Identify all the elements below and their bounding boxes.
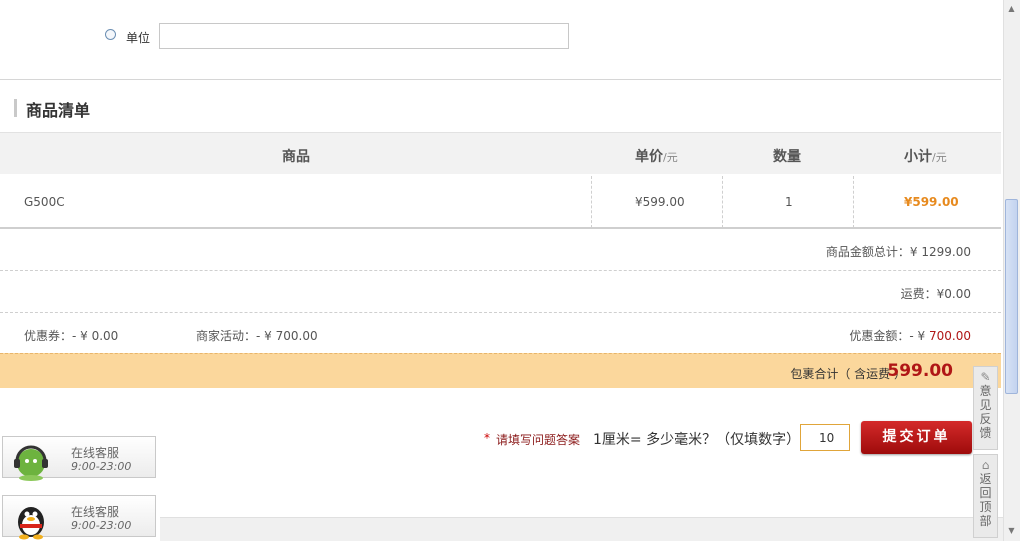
section-title: 商品清单 (26, 101, 91, 120)
header-subtotal: 小计/元 (904, 149, 947, 165)
answer-input[interactable]: 10 (800, 424, 850, 451)
merchant-activity: 商家活动：- ¥ 700.00 (196, 329, 318, 343)
cell-divider (853, 176, 854, 228)
table-bottom-border (0, 227, 1001, 229)
submit-order-button[interactable]: 提交订单 (861, 421, 972, 454)
header-product: 商品 (282, 149, 310, 165)
section-marker (14, 99, 17, 117)
divider (0, 270, 1001, 271)
product-subtotal: ¥599.00 (904, 195, 959, 209)
unit-radio-label: 单位 (126, 31, 151, 45)
total-amount: 599.00 (887, 361, 953, 381)
product-price: ¥599.00 (635, 195, 685, 209)
scroll-down-icon[interactable]: ▼ (1006, 526, 1017, 536)
back-to-top-button[interactable]: ⌂ 返回顶部 (973, 454, 998, 538)
online-service-widget[interactable]: 在线客服 9:00-23:00 (2, 495, 156, 540)
discount-amount: 优惠金额：- ¥ 700.00 (849, 329, 971, 343)
edit-icon: ✎ (980, 370, 991, 384)
scrollbar-thumb[interactable] (1005, 199, 1018, 394)
coupon-amount: 优惠券：- ¥ 0.00 (24, 329, 119, 343)
product-name: G500C (24, 195, 65, 209)
unit-input[interactable] (159, 23, 569, 49)
header-qty: 数量 (773, 149, 801, 165)
product-qty: 1 (785, 195, 793, 209)
feedback-label: 意见反馈 (979, 384, 992, 440)
required-star: * (484, 431, 490, 445)
question-text: 1厘米= 多少毫米？（仅填数字） (593, 432, 801, 448)
shipping-fee: 运费：¥0.00 (900, 287, 971, 301)
goods-total: 商品金额总计：¥ 1299.00 (825, 245, 971, 259)
header-price: 单价/元 (635, 149, 678, 165)
divider (0, 312, 1001, 313)
question-label: 请填写问题答案 (496, 433, 581, 447)
cell-divider (722, 176, 723, 228)
table-row: G500C ¥599.00 1 ¥599.00 (0, 174, 1001, 228)
service-title: 在线客服 (71, 505, 120, 519)
service-time: 9:00-23:00 (71, 519, 132, 532)
table-header: 商品 单价/元 数量 小计/元 (0, 132, 1001, 174)
unit-radio[interactable] (105, 29, 116, 40)
home-up-icon: ⌂ (981, 458, 990, 472)
divider (0, 79, 1001, 80)
service-time: 9:00-23:00 (71, 460, 132, 473)
headset-icon (14, 445, 48, 481)
service-title: 在线客服 (71, 446, 120, 460)
back-to-top-label: 返回顶部 (979, 472, 992, 528)
online-service-widget[interactable]: 在线客服 9:00-23:00 (2, 436, 156, 481)
scroll-up-icon[interactable]: ▲ (1006, 4, 1017, 14)
total-bar: 包裹合计（ 含运费 ） 599.00 (0, 353, 1001, 388)
qq-penguin-icon (18, 507, 44, 540)
horizontal-scrollbar[interactable] (160, 517, 1003, 541)
cell-divider (591, 176, 592, 228)
feedback-button[interactable]: ✎ 意见反馈 (973, 366, 998, 450)
